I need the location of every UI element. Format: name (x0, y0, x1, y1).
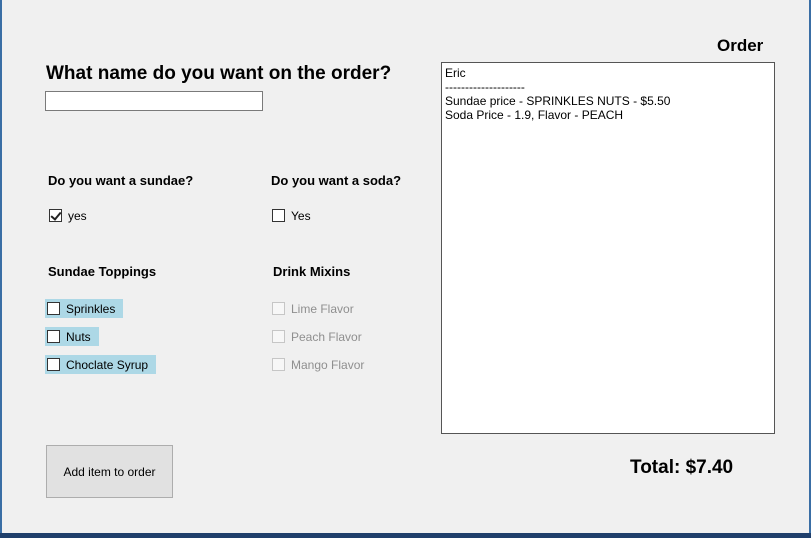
topping-label: Sprinkles (66, 301, 116, 316)
name-question-label: What name do you want on the order? (46, 63, 392, 84)
checkbox-disabled-icon[interactable] (272, 302, 285, 315)
topping-chocolate-syrup-checkbox[interactable]: Choclate Syrup (45, 355, 157, 374)
window-frame-left (0, 0, 2, 538)
sundae-checkbox[interactable]: yes (49, 206, 87, 225)
add-item-button[interactable]: Add item to order (46, 445, 173, 498)
soda-question-label: Do you want a soda? (271, 173, 402, 188)
checkbox-unchecked-icon[interactable] (47, 330, 60, 343)
name-input[interactable] (45, 91, 263, 111)
soda-checkbox[interactable]: Yes (272, 206, 311, 225)
sundae-checkbox-label: yes (68, 208, 87, 223)
order-line-separator: -------------------- (445, 80, 525, 94)
checkbox-unchecked-icon[interactable] (272, 209, 285, 222)
topping-label: Choclate Syrup (66, 357, 149, 372)
checkbox-disabled-icon[interactable] (272, 330, 285, 343)
mixin-label: Peach Flavor (291, 329, 362, 344)
checkbox-unchecked-icon[interactable] (47, 302, 60, 315)
mixin-mango-checkbox[interactable]: Mango Flavor (272, 355, 364, 374)
order-total: Total: $7.40 (630, 457, 734, 478)
sundae-question-label: Do you want a sundae? (48, 173, 194, 188)
checkbox-disabled-icon[interactable] (272, 358, 285, 371)
order-line-soda: Soda Price - 1.9, Flavor - PEACH (445, 108, 624, 122)
drink-mixins-title: Drink Mixins (273, 264, 351, 279)
sundae-toppings-title: Sundae Toppings (48, 264, 157, 279)
checkbox-unchecked-icon[interactable] (47, 358, 60, 371)
mixin-label: Lime Flavor (291, 301, 354, 316)
order-textbox[interactable]: Eric -------------------- Sundae price -… (441, 62, 775, 434)
mixin-peach-checkbox[interactable]: Peach Flavor (272, 327, 362, 346)
mixin-lime-checkbox[interactable]: Lime Flavor (272, 299, 354, 318)
soda-checkbox-label: Yes (291, 208, 311, 223)
topping-nuts-checkbox[interactable]: Nuts (45, 327, 99, 346)
checkbox-checked-icon[interactable] (49, 209, 62, 222)
window-frame-bottom (0, 533, 811, 538)
topping-sprinkles-checkbox[interactable]: Sprinkles (45, 299, 124, 318)
mixin-label: Mango Flavor (291, 357, 365, 372)
order-line-sundae: Sundae price - SPRINKLES NUTS - $5.50 (445, 94, 671, 108)
topping-label: Nuts (66, 329, 91, 344)
order-line-name: Eric (445, 66, 466, 80)
order-title: Order (717, 36, 764, 55)
